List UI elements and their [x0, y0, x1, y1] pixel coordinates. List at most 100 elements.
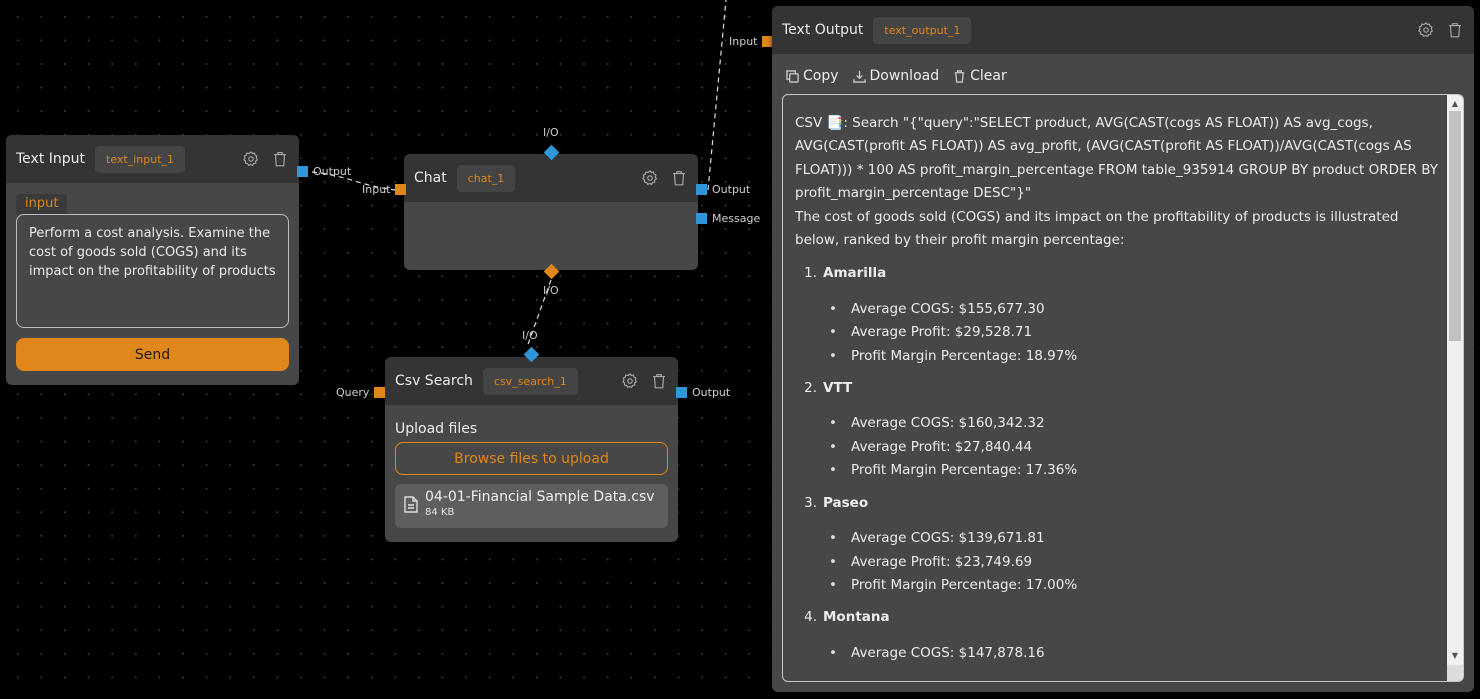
- metric-item: Average COGS: $139,671.81: [829, 527, 1445, 551]
- product-heading: 4. Montana: [795, 606, 1445, 629]
- node-title: Csv Search: [395, 373, 473, 389]
- trash-icon: [954, 69, 965, 83]
- product-heading: 3. Paseo: [795, 492, 1445, 515]
- product-heading: 1. Amarilla: [795, 262, 1445, 285]
- search-query-line: CSV 📑: Search "{"query":"SELECT product,…: [795, 115, 1438, 202]
- csv-output-port[interactable]: [676, 387, 687, 398]
- intro-paragraph: The cost of goods sold (COGS) and its im…: [795, 208, 1399, 249]
- port-label-query: Query: [336, 386, 370, 399]
- metric-item: Average COGS: $147,878.16: [829, 642, 1445, 666]
- trash-icon[interactable]: [1445, 21, 1464, 40]
- product-metrics: Average COGS: $155,677.30Average Profit:…: [795, 298, 1445, 369]
- product-name: Amarilla: [823, 265, 887, 282]
- port-label-message: Message: [712, 212, 761, 225]
- scroll-up-icon[interactable]: ▲: [1447, 95, 1463, 111]
- product-rank: 4.: [804, 609, 817, 626]
- file-size: 84 KB: [425, 507, 455, 518]
- gear-icon[interactable]: [241, 150, 260, 169]
- chat-message-port[interactable]: [696, 213, 707, 224]
- trash-icon[interactable]: [669, 169, 688, 188]
- browse-files-button[interactable]: Browse files to upload: [395, 442, 668, 475]
- text-output-node[interactable]: Text Output text_output_1 Copy Download …: [772, 6, 1474, 692]
- port-label-io-bottom: I/O: [543, 284, 559, 297]
- clear-label: Clear: [970, 68, 1007, 84]
- metric-item: Profit Margin Percentage: 18.97%: [829, 345, 1445, 369]
- gear-icon[interactable]: [1416, 21, 1435, 40]
- chat-node[interactable]: Chat chat_1: [404, 154, 698, 270]
- node-title: Text Input: [16, 151, 86, 167]
- download-label: Download: [869, 68, 940, 84]
- product-item: 4. Montana Average COGS: $147,878.16: [795, 606, 1445, 665]
- metric-item: Profit Margin Percentage: 17.36%: [829, 459, 1445, 483]
- scroll-down-icon[interactable]: ▼: [1447, 647, 1463, 663]
- product-name: VTT: [823, 380, 853, 397]
- node-id-badge: csv_search_1: [482, 367, 578, 395]
- metric-item: Average COGS: $160,342.32: [829, 412, 1445, 436]
- trash-icon[interactable]: [270, 150, 289, 169]
- port-label-io-top: I/O: [543, 126, 559, 139]
- product-metrics: Average COGS: $139,671.81Average Profit:…: [795, 527, 1445, 598]
- product-name: Montana: [823, 609, 890, 626]
- copy-button[interactable]: Copy: [786, 68, 839, 84]
- metric-item: Average COGS: $155,677.30: [829, 298, 1445, 322]
- port-label-input: Input: [729, 35, 758, 48]
- product-rank: 3.: [804, 494, 817, 511]
- node-id-badge: chat_1: [456, 164, 516, 192]
- chat-output-port[interactable]: [696, 184, 707, 195]
- node-header[interactable]: Csv Search csv_search_1: [385, 357, 678, 405]
- product-heading: 2. VTT: [795, 377, 1445, 400]
- node-title: Text Output: [782, 22, 864, 38]
- output-content: CSV 📑: Search "{"query":"SELECT product,…: [783, 95, 1445, 681]
- node-header[interactable]: Text Output text_output_1: [772, 6, 1474, 54]
- product-metrics: Average COGS: $147,878.16: [795, 642, 1445, 666]
- node-header[interactable]: Text Input text_input_1: [6, 135, 299, 183]
- node-id-badge: text_output_1: [873, 16, 972, 44]
- product-metrics: Average COGS: $160,342.32Average Profit:…: [795, 412, 1445, 483]
- product-name: Paseo: [823, 494, 869, 511]
- gear-icon[interactable]: [620, 372, 639, 391]
- port-label-output: Output: [692, 386, 731, 399]
- metric-item: Average Profit: $23,749.69: [829, 551, 1445, 575]
- input-field-label: input: [16, 194, 68, 214]
- port-label-output: Output: [313, 165, 352, 178]
- node-header[interactable]: Chat chat_1: [404, 154, 698, 202]
- download-icon: [852, 70, 866, 83]
- uploaded-file-item[interactable]: 04-01-Financial Sample Data.csv 84 KB: [395, 484, 668, 528]
- copy-label: Copy: [803, 68, 839, 84]
- metric-item: Average Profit: $27,840.44: [829, 436, 1445, 460]
- port-label-io-top: I/O: [522, 329, 538, 342]
- file-document-icon: [404, 496, 418, 517]
- copy-icon: [786, 69, 799, 83]
- resize-handle-icon[interactable]: [1447, 665, 1463, 681]
- port-label-output: Output: [712, 183, 751, 196]
- csv-search-node[interactable]: Csv Search csv_search_1 Upload files Bro…: [385, 357, 678, 542]
- input-textarea[interactable]: Perform a cost analysis. Examine the cos…: [16, 214, 289, 328]
- chat-input-port[interactable]: [395, 184, 406, 195]
- text-input-output-port[interactable]: [297, 166, 308, 177]
- product-item: 3. Paseo Average COGS: $139,671.81Average …: [795, 492, 1445, 598]
- metric-item: Profit Margin Percentage: 17.00%: [829, 574, 1445, 598]
- upload-files-label: Upload files: [395, 421, 478, 437]
- output-toolbar: Copy Download Clear: [772, 54, 1474, 98]
- csv-query-port[interactable]: [374, 387, 385, 398]
- gear-icon[interactable]: [640, 169, 659, 188]
- metric-item: Average Profit: $29,528.71: [829, 321, 1445, 345]
- output-textarea[interactable]: CSV 📑: Search "{"query":"SELECT product,…: [782, 94, 1464, 682]
- edge-chat-to-output: [707, 0, 727, 191]
- send-button[interactable]: Send: [16, 338, 289, 371]
- node-id-badge: text_input_1: [95, 145, 186, 173]
- products-list: 1.AmarillaAverage COGS: $155,677.30Avera…: [795, 262, 1445, 665]
- product-item: 2. VTT Average COGS: $160,342.32Average Pr…: [795, 377, 1445, 483]
- file-name: 04-01-Financial Sample Data.csv: [425, 489, 655, 505]
- product-rank: 1.: [804, 265, 817, 282]
- port-label-input: Input: [362, 183, 391, 196]
- download-button[interactable]: Download: [852, 68, 940, 84]
- text-input-node[interactable]: Text Input text_input_1 input Perform a …: [6, 135, 299, 385]
- product-rank: 2.: [804, 380, 817, 397]
- clear-button[interactable]: Clear: [953, 68, 1007, 84]
- product-item: 1. Amarilla Average COGS: $155,677.30Avera…: [795, 262, 1445, 368]
- vertical-scrollbar[interactable]: ▲ ▼: [1447, 95, 1463, 681]
- trash-icon[interactable]: [649, 372, 668, 391]
- scrollbar-thumb[interactable]: [1449, 111, 1461, 341]
- node-title: Chat: [414, 170, 447, 186]
